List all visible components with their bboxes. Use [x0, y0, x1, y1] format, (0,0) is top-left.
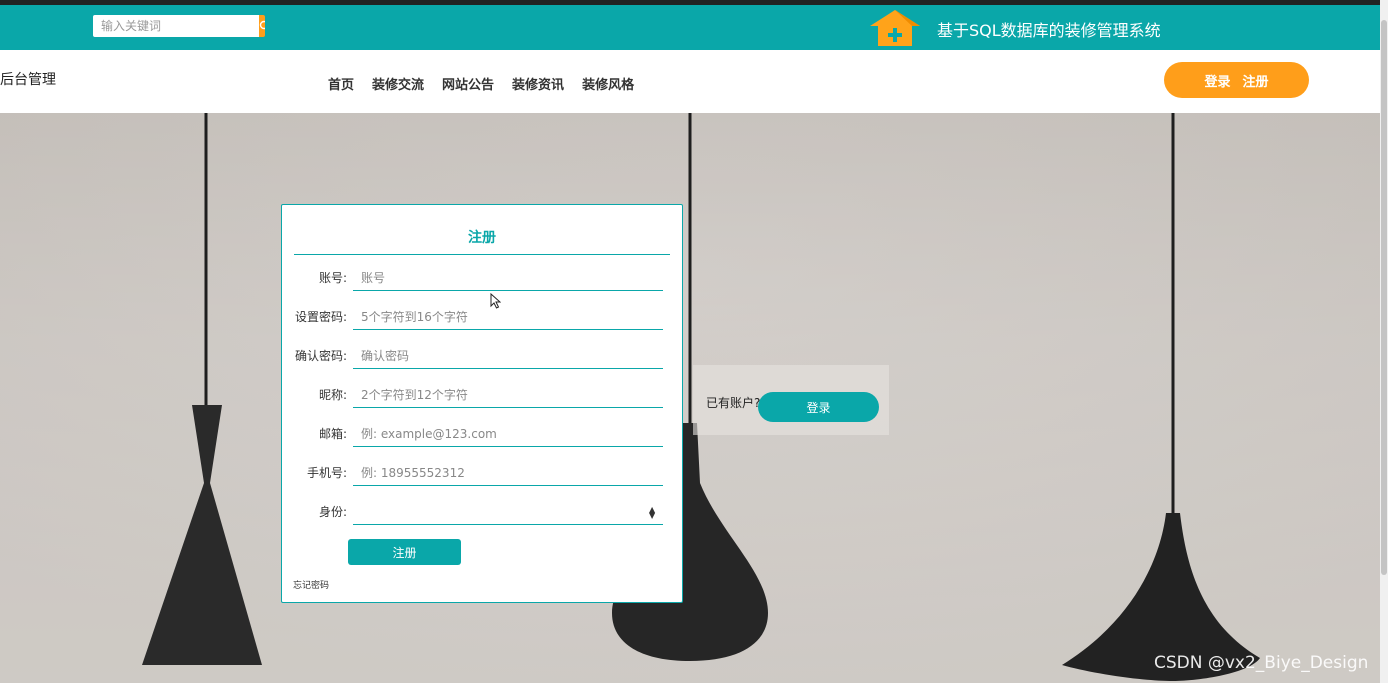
email-label: 邮箱:	[318, 427, 347, 441]
confirm-password-input[interactable]	[353, 343, 663, 369]
scrollbar-thumb[interactable]	[1381, 20, 1387, 575]
auth-button: 登录 注册	[1164, 62, 1309, 98]
has-account-text: 已有账户?	[706, 396, 761, 410]
hero-background: 注册 账号: 设置密码: 确认密码: 昵称: 邮箱: 手机号: 身份:	[0, 113, 1380, 683]
watermark: CSDN @vx2_Biye_Design	[1154, 653, 1369, 673]
login-button[interactable]: 登录	[758, 392, 879, 422]
field-confirm-password: 确认密码:	[282, 331, 682, 370]
field-phone: 手机号:	[282, 448, 682, 487]
account-input[interactable]	[353, 265, 663, 291]
field-account: 账号:	[282, 253, 682, 292]
nav-register-link[interactable]: 注册	[1243, 71, 1269, 90]
confirm-password-label: 确认密码:	[294, 349, 347, 363]
field-role: 身份: ▲ ▼	[282, 487, 682, 526]
search-box	[93, 15, 265, 37]
password-input[interactable]	[353, 304, 663, 330]
nickname-input[interactable]	[353, 382, 663, 408]
account-label: 账号:	[318, 271, 347, 285]
field-password: 设置密码:	[282, 292, 682, 331]
register-title: 注册	[468, 230, 496, 246]
mouse-cursor-icon	[490, 293, 501, 309]
role-label: 身份:	[318, 505, 347, 519]
search-button[interactable]	[259, 15, 265, 37]
search-icon	[259, 20, 265, 30]
nav-login-link[interactable]: 登录	[1204, 71, 1230, 90]
nav-item-home[interactable]: 首页	[328, 74, 354, 93]
register-panel: 注册 账号: 设置密码: 确认密码: 昵称: 邮箱: 手机号: 身份:	[281, 204, 683, 603]
phone-input[interactable]	[353, 460, 663, 486]
nav-brand[interactable]: 后台管理	[0, 69, 56, 89]
field-email: 邮箱:	[282, 409, 682, 448]
register-submit-button[interactable]: 注册	[348, 539, 461, 565]
nav-item-announcements[interactable]: 网站公告	[442, 74, 494, 93]
site-title: 基于SQL数据库的装修管理系统	[937, 21, 1161, 40]
nav-item-styles[interactable]: 装修风格	[582, 74, 634, 93]
forgot-password-link[interactable]: 忘记密码	[293, 578, 329, 591]
nav-bar: 后台管理 首页 装修交流 网站公告 装修资讯 装修风格 登录 注册	[0, 50, 1380, 113]
nickname-label: 昵称:	[318, 388, 347, 402]
select-arrows-icon: ▲ ▼	[649, 505, 656, 520]
password-label: 设置密码:	[294, 310, 347, 324]
search-input[interactable]	[93, 15, 259, 37]
nav-menu: 首页 装修交流 网站公告 装修资讯 装修风格	[328, 74, 634, 93]
nav-item-news[interactable]: 装修资讯	[512, 74, 564, 93]
login-prompt-card: 已有账户? 登录	[693, 365, 889, 435]
house-logo-icon	[870, 10, 920, 46]
phone-label: 手机号:	[306, 466, 347, 480]
role-select[interactable]	[353, 499, 663, 525]
nav-item-exchange[interactable]: 装修交流	[372, 74, 424, 93]
field-nickname: 昵称:	[282, 370, 682, 409]
top-bar: 基于SQL数据库的装修管理系统	[0, 5, 1380, 50]
scrollbar-track[interactable]	[1380, 0, 1388, 683]
email-input[interactable]	[353, 421, 663, 447]
pendant-lamps-image	[0, 113, 1380, 683]
